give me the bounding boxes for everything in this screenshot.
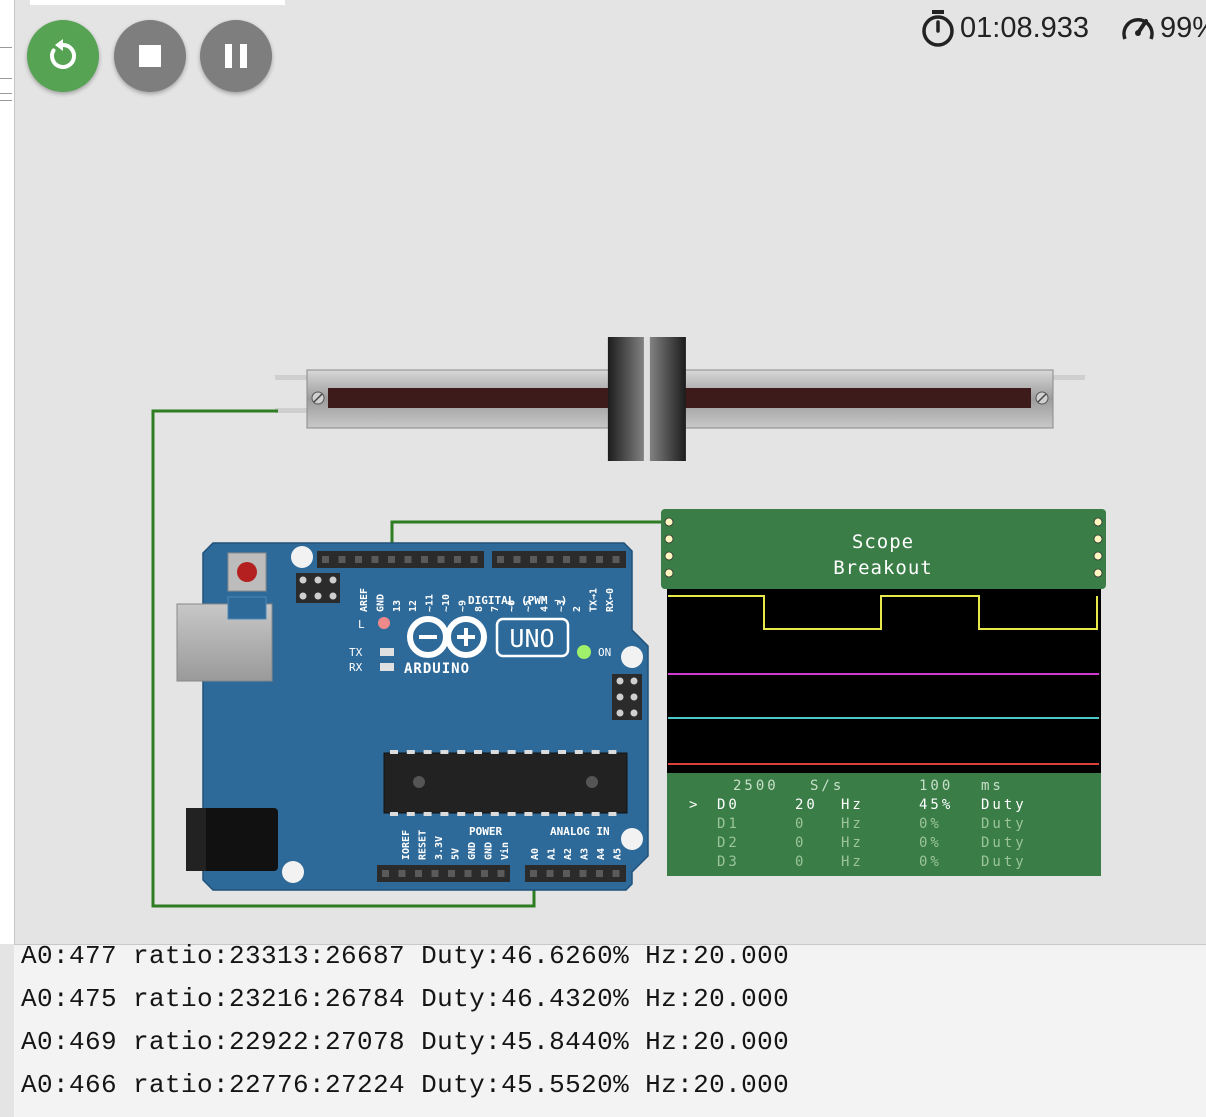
potentiometer-knob[interactable] xyxy=(607,337,686,461)
pin-label: 12 xyxy=(408,600,419,612)
pin-label: 13 xyxy=(392,600,403,612)
pin-label: GND xyxy=(375,594,386,612)
mounting-hole xyxy=(621,646,643,668)
pin-label: 2 xyxy=(572,606,583,612)
pin-label: ~11 xyxy=(425,594,436,612)
serial-line: A0:477 ratio:23313:26687 Duty:46.6260% H… xyxy=(21,941,790,971)
pin-label: RX←0 xyxy=(605,588,616,612)
pin-label: A2 xyxy=(563,848,574,860)
mounting-hole xyxy=(282,861,304,883)
scope-title-line1: Scope xyxy=(852,531,914,553)
uno-logo-text: UNO xyxy=(509,624,554,653)
channel-frequency-unit: Hz xyxy=(841,854,864,870)
scope-screen xyxy=(667,589,1101,776)
pin-label: GND xyxy=(484,842,495,860)
led-l xyxy=(378,617,390,629)
scope-breakout[interactable]: Scope Breakout 2500 S/s 100 ms > D0 20 Hz 45… xyxy=(661,509,1106,876)
analog-label: ANALOG IN xyxy=(550,825,610,838)
channel-name: D0 xyxy=(717,797,740,813)
power-label: POWER xyxy=(469,825,502,838)
led-rx xyxy=(380,663,394,671)
power-header xyxy=(377,865,510,882)
tx-label: TX xyxy=(349,646,363,659)
channel-frequency: 20 xyxy=(795,797,818,813)
channel-selector: > xyxy=(689,797,700,813)
channel-name: D1 xyxy=(717,816,740,832)
led-on xyxy=(577,645,591,659)
slide-potentiometer[interactable] xyxy=(275,337,1085,461)
pin-label: ~3 xyxy=(556,600,567,612)
serial-line: A0:475 ratio:23216:26784 Duty:46.4320% H… xyxy=(21,984,790,1014)
channel-duty: 0% xyxy=(919,854,942,870)
channel-duty: 0% xyxy=(919,835,942,851)
arduino-brand: ARDUINO xyxy=(404,661,470,677)
analog-header xyxy=(525,865,626,882)
pin-label: 4 xyxy=(539,606,550,612)
pin-label: 7 xyxy=(490,606,501,612)
channel-duty-label: Duty xyxy=(981,797,1027,813)
channel-name: D3 xyxy=(717,854,740,870)
channel-name: D2 xyxy=(717,835,740,851)
digital-label: DIGITAL (PWM ~) xyxy=(468,594,567,607)
serial-line: A0:466 ratio:22776:27224 Duty:45.5520% H… xyxy=(21,1070,790,1100)
sample-rate: 2500 xyxy=(733,778,779,794)
channel-frequency-unit: Hz xyxy=(841,816,864,832)
channel-duty: 45% xyxy=(919,797,953,813)
channel-duty-label: Duty xyxy=(981,835,1027,851)
arduino-uno-board[interactable]: TX RX L ON UNO ARDUINO DIGITAL (PWM ~) P… xyxy=(176,542,649,891)
led-tx xyxy=(380,648,394,656)
channel-frequency-unit: Hz xyxy=(841,835,864,851)
time-window: 100 xyxy=(919,778,953,794)
pin-label: A1 xyxy=(547,848,558,860)
pin-label: A0 xyxy=(530,848,541,860)
serial-line: A0:469 ratio:22922:27078 Duty:45.8440% H… xyxy=(21,1027,790,1057)
pin-label: Vin xyxy=(499,842,511,860)
pin-label: AREF xyxy=(359,588,370,612)
pin-label: ~5 xyxy=(523,600,534,612)
on-label: ON xyxy=(598,646,611,659)
pin-label: A4 xyxy=(596,848,607,860)
pin-label: GND xyxy=(467,842,478,860)
channel-frequency: 0 xyxy=(795,816,806,832)
channel-duty-label: Duty xyxy=(981,854,1027,870)
serial-monitor: A0:477 ratio:23313:26687 Duty:46.6260% H… xyxy=(14,941,1206,1117)
pin-label: ~6 xyxy=(507,600,518,612)
channel-frequency-unit: Hz xyxy=(841,797,864,813)
mounting-hole xyxy=(621,828,643,850)
pin-label: 5V xyxy=(451,848,462,860)
pin-label: ~10 xyxy=(441,594,452,612)
time-window-unit: ms xyxy=(981,778,1004,794)
pin-label: TX→1 xyxy=(589,588,600,612)
scope-title-line2: Breakout xyxy=(833,557,933,579)
mounting-hole xyxy=(291,546,313,568)
pin-label: ~9 xyxy=(457,600,468,612)
circuit-canvas: TX RX L ON UNO ARDUINO DIGITAL (PWM ~) P… xyxy=(151,337,1106,908)
digital-header xyxy=(492,551,626,568)
pin-label: 3.3V xyxy=(434,836,445,860)
pin-label: IOREF xyxy=(401,830,412,860)
pin-label: A3 xyxy=(580,848,591,860)
channel-frequency: 0 xyxy=(795,854,806,870)
sample-rate-unit: S/s xyxy=(810,778,844,794)
pin-label: 8 xyxy=(474,606,485,612)
rx-label: RX xyxy=(349,661,363,674)
channel-frequency: 0 xyxy=(795,835,806,851)
pin-label: A5 xyxy=(613,848,624,860)
l-label: L xyxy=(358,618,365,631)
channel-duty-label: Duty xyxy=(981,816,1027,832)
pin-label: RESET xyxy=(418,830,429,860)
channel-duty: 0% xyxy=(919,816,942,832)
